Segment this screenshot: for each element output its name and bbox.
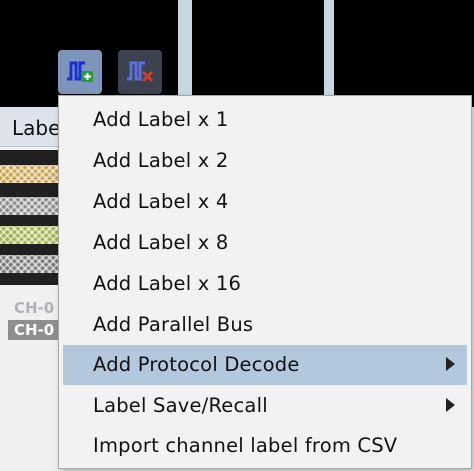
label-tab[interactable]: Label <box>0 107 64 147</box>
signal-trace <box>0 255 64 273</box>
waveform-divider <box>324 0 334 107</box>
delete-label-button[interactable] <box>118 50 162 94</box>
signal-trace <box>0 165 64 183</box>
menu-item-add-label-x2[interactable]: Add Label x 2 <box>63 141 467 181</box>
menu-item-add-label-x1[interactable]: Add Label x 1 <box>63 100 467 140</box>
channel-labels: CH-0 CH-0 <box>8 298 64 342</box>
menu-item-label: Add Label x 2 <box>93 149 229 172</box>
menu-item-add-label-x4[interactable]: Add Label x 4 <box>63 182 467 222</box>
menu-item-label: Add Label x 1 <box>93 108 229 131</box>
menu-item-label: Add Parallel Bus <box>93 313 254 336</box>
pulse-add-icon <box>67 61 93 82</box>
menu-item-label: Label Save/Recall <box>93 394 268 417</box>
pulse-delete-icon <box>127 61 154 83</box>
label-context-menu: Add Label x 1 Add Label x 2 Add Label x … <box>58 95 472 469</box>
waveform-divider <box>178 0 192 107</box>
channel-label-selected[interactable]: CH-0 <box>8 320 64 340</box>
channel-label[interactable]: CH-0 <box>8 298 64 318</box>
menu-item-label: Add Label x 4 <box>93 190 229 213</box>
signal-trace <box>0 197 64 215</box>
submenu-arrow-icon <box>446 357 455 371</box>
menu-item-label: Add Label x 16 <box>93 272 242 295</box>
menu-item-label: Import channel label from CSV <box>93 434 398 457</box>
menu-item-label-save-recall[interactable]: Label Save/Recall <box>63 386 467 426</box>
menu-item-add-parallel-bus[interactable]: Add Parallel Bus <box>63 305 467 345</box>
submenu-arrow-icon <box>446 398 455 412</box>
menu-item-import-csv[interactable]: Import channel label from CSV <box>63 426 467 466</box>
signal-trace <box>0 226 64 244</box>
menu-item-add-label-x16[interactable]: Add Label x 16 <box>63 264 467 304</box>
menu-item-label: Add Protocol Decode <box>93 353 300 376</box>
add-label-button[interactable] <box>58 50 102 94</box>
menu-item-add-label-x8[interactable]: Add Label x 8 <box>63 223 467 263</box>
menu-item-label: Add Label x 8 <box>93 231 229 254</box>
menu-item-add-protocol-decode[interactable]: Add Protocol Decode <box>63 345 467 385</box>
